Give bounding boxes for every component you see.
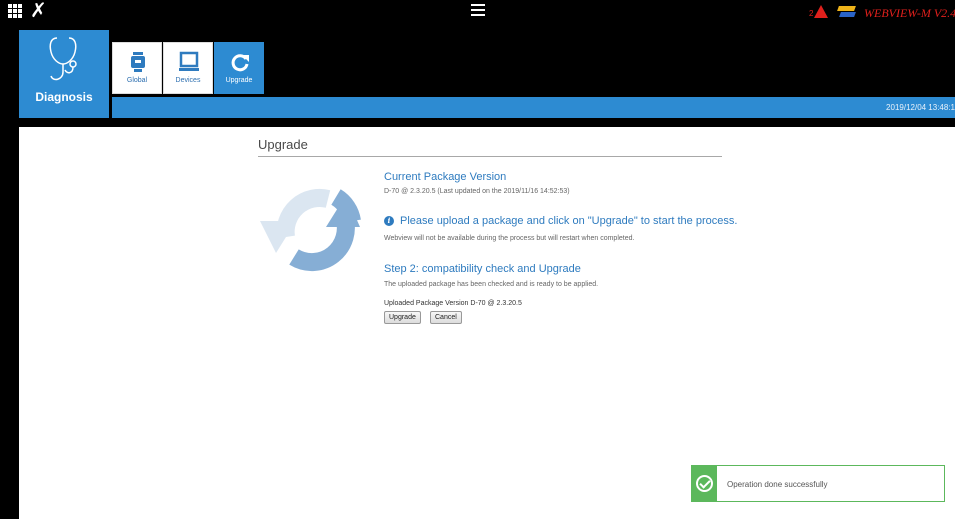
alert-count: 2 — [809, 9, 814, 18]
tile-upgrade-label: Upgrade — [225, 77, 253, 84]
info-message-text: Please upload a package and click on "Up… — [400, 215, 738, 227]
tools-icon[interactable]: ✗ — [30, 1, 47, 21]
tile-devices-label: Devices — [175, 77, 201, 84]
info-icon: i — [384, 216, 394, 226]
status-bar: 2019/12/04 13:48:1 — [112, 97, 955, 118]
info-note: Webview will not be available during the… — [384, 235, 635, 242]
diagnosis-app-tile[interactable]: Diagnosis — [19, 30, 109, 118]
title-divider — [258, 156, 722, 157]
check-circle-icon — [696, 475, 713, 492]
top-bar: ✗ 2 WEBVIEW-M V2.4 — [0, 0, 955, 30]
current-package-detail: D-70 @ 2.3.20.5 (Last updated on the 201… — [384, 188, 570, 195]
tile-upgrade[interactable]: Upgrade — [214, 42, 264, 94]
cancel-button[interactable]: Cancel — [430, 311, 462, 324]
main-content: Upgrade Current Package Version D-70 @ 2… — [19, 127, 955, 519]
datetime: 2019/12/04 13:48:1 — [886, 103, 955, 112]
monitor-icon — [179, 51, 199, 71]
tile-global-label: Global — [126, 77, 148, 84]
hamburger-menu-icon[interactable] — [471, 4, 485, 16]
uploaded-version: Uploaded Package Version D-70 @ 2.3.20.5 — [384, 300, 522, 307]
stethoscope-icon — [49, 37, 77, 81]
page-title: Upgrade — [258, 137, 308, 152]
tile-devices[interactable]: Devices — [163, 42, 213, 94]
current-package-heading: Current Package Version — [384, 171, 507, 183]
toast-message: Operation done successfully — [727, 480, 828, 489]
flag-icon[interactable] — [837, 6, 856, 18]
step2-heading: Step 2: compatibility check and Upgrade — [384, 263, 581, 275]
info-message: i Please upload a package and click on "… — [384, 215, 737, 227]
tile-global[interactable]: Global — [112, 42, 162, 94]
grid-apps-icon[interactable] — [8, 4, 24, 20]
success-toast[interactable]: Operation done successfully — [691, 465, 945, 502]
app-brand: WEBVIEW-M V2.4 — [864, 6, 955, 20]
diagnosis-label: Diagnosis — [35, 90, 93, 104]
warning-triangle-icon[interactable] — [814, 5, 828, 18]
upgrade-button[interactable]: Upgrade — [384, 311, 421, 324]
upgrade-refresh-icon — [260, 188, 361, 272]
step2-detail: The uploaded package has been checked an… — [384, 281, 599, 288]
pump-icon — [131, 52, 145, 72]
sub-app-tiles: Global Devices Upgrade — [112, 42, 265, 94]
refresh-icon — [231, 54, 249, 72]
